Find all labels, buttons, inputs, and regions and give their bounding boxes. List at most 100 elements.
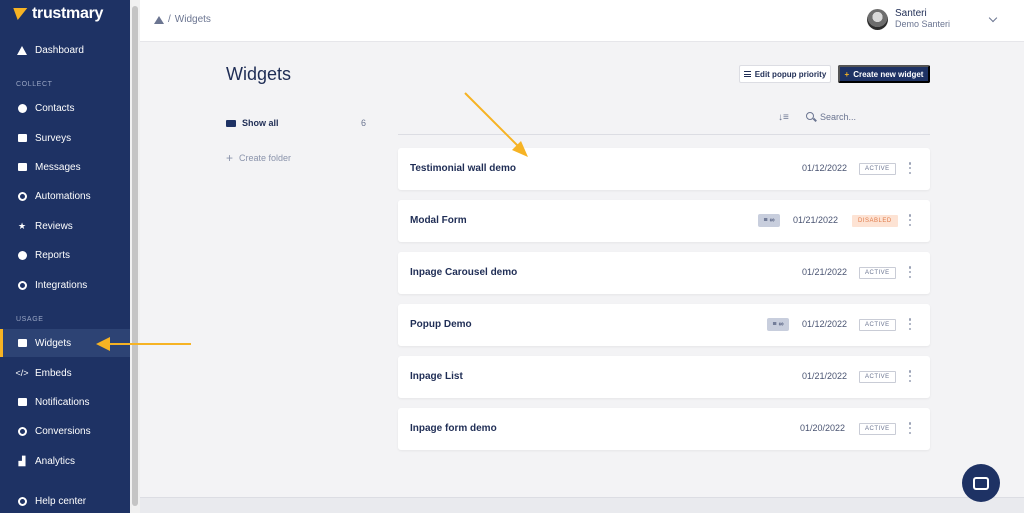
status-badge: ACTIVE: [859, 319, 896, 331]
sidebar-item-label: Reports: [35, 249, 71, 261]
widget-date: 01/21/2022: [802, 267, 848, 277]
sidebar: trustmary Dashboard COLLECT Contacts Sur…: [0, 0, 140, 513]
sidebar-item-surveys[interactable]: Surveys: [0, 124, 130, 152]
widget-name[interactable]: Modal Form: [410, 215, 467, 226]
breadcrumb-separator: /: [168, 14, 171, 25]
star-icon: ★: [17, 220, 27, 231]
sidebar-item-widgets[interactable]: Widgets: [0, 329, 130, 357]
widget-icon: [17, 338, 27, 348]
survey-icon: [17, 133, 27, 143]
house-icon: [17, 45, 27, 55]
footer-bar: [140, 497, 1024, 513]
user-name: Santeri: [895, 8, 927, 19]
widget-row[interactable]: Inpage Carousel demo 01/21/2022 ACTIVE: [398, 252, 930, 294]
widget-name[interactable]: Inpage form demo: [410, 423, 497, 434]
sidebar-scrollbar[interactable]: [130, 0, 140, 513]
status-badge: DISABLED: [852, 215, 898, 227]
home-icon[interactable]: [154, 15, 164, 24]
chevron-down-icon[interactable]: [988, 13, 998, 23]
more-options-icon[interactable]: [908, 422, 912, 434]
search-icon: [806, 112, 814, 120]
sidebar-item-label: Automations: [35, 190, 91, 202]
brand-name: trustmary: [32, 5, 104, 22]
plus-icon: +: [844, 69, 850, 79]
widget-row[interactable]: Inpage form demo 01/20/2022 ACTIVE: [398, 408, 930, 450]
sidebar-item-messages[interactable]: Messages: [0, 153, 130, 181]
comment-icon: [17, 397, 27, 407]
sidebar-item-label: Integrations: [35, 279, 88, 291]
sidebar-item-label: Surveys: [35, 132, 72, 144]
sidebar-item-automations[interactable]: Automations: [0, 182, 130, 210]
create-new-widget-button[interactable]: + Create new widget: [838, 65, 930, 83]
brand-logo[interactable]: trustmary: [10, 5, 104, 23]
widget-date: 01/12/2022: [802, 163, 848, 173]
scrollbar-thumb[interactable]: [132, 6, 138, 506]
folder-open-icon: [226, 119, 236, 127]
sidebar-item-help-center[interactable]: Help center: [0, 487, 130, 513]
more-options-icon[interactable]: [908, 214, 912, 226]
sidebar-item-integrations[interactable]: Integrations: [0, 271, 130, 299]
chat-icon: [973, 476, 989, 490]
pie-chart-icon: [17, 250, 27, 260]
button-label: Edit popup priority: [754, 69, 827, 79]
sidebar-item-notifications[interactable]: Notifications: [0, 388, 130, 416]
edit-popup-priority-button[interactable]: Edit popup priority: [739, 65, 831, 83]
list-icon: [743, 71, 751, 77]
widget-row[interactable]: Popup Demo ≡ ∞ 01/12/2022 ACTIVE: [398, 304, 930, 346]
sidebar-item-analytics[interactable]: ▟ Analytics: [0, 447, 130, 475]
widget-name[interactable]: Inpage List: [410, 371, 463, 382]
status-badge: ACTIVE: [859, 163, 896, 175]
sidebar-item-dashboard[interactable]: Dashboard: [0, 36, 130, 64]
popup-priority-badge: ≡ ∞: [758, 214, 780, 227]
section-label-usage: USAGE: [16, 316, 44, 323]
widget-row[interactable]: Testimonial wall demo 01/12/2022 ACTIVE: [398, 148, 930, 190]
widget-date: 01/21/2022: [793, 215, 839, 225]
popup-priority-badge: ≡ ∞: [767, 318, 789, 331]
breadcrumb-current: Widgets: [174, 14, 211, 25]
top-bar: / Widgets Santeri Demo Santeri: [140, 0, 1024, 42]
widget-name[interactable]: Testimonial wall demo: [410, 163, 516, 174]
sidebar-item-label: Contacts: [35, 102, 75, 114]
more-options-icon[interactable]: [908, 266, 912, 278]
more-options-icon[interactable]: [908, 162, 912, 174]
chat-launcher-button[interactable]: [962, 464, 1000, 502]
widget-date: 01/12/2022: [802, 319, 848, 329]
status-badge: ACTIVE: [859, 423, 896, 435]
folder-label: Show all: [242, 118, 279, 128]
conversion-icon: [17, 426, 27, 436]
sidebar-item-contacts[interactable]: Contacts: [0, 94, 130, 122]
create-folder-button[interactable]: + Create folder: [226, 151, 291, 165]
widget-name[interactable]: Inpage Carousel demo: [410, 267, 517, 278]
sidebar-item-reports[interactable]: Reports: [0, 241, 130, 269]
sidebar-item-label: Reviews: [35, 220, 73, 232]
envelope-icon: [17, 162, 27, 172]
sidebar-item-embeds[interactable]: </> Embeds: [0, 359, 130, 387]
widget-date: 01/21/2022: [802, 371, 848, 381]
create-folder-label: Create folder: [239, 153, 292, 163]
widget-row[interactable]: Modal Form ≡ ∞ 01/21/2022 DISABLED: [398, 200, 930, 242]
plus-icon: +: [226, 151, 234, 165]
user-menu[interactable]: Santeri Demo Santeri: [867, 8, 950, 30]
sidebar-item-label: Embeds: [35, 367, 72, 379]
sidebar-item-label: Help center: [35, 495, 87, 507]
search-input[interactable]: [820, 109, 920, 125]
more-options-icon[interactable]: [908, 318, 912, 330]
sidebar-item-label: Conversions: [35, 425, 91, 437]
lifebuoy-icon: [17, 496, 27, 506]
sidebar-item-label: Notifications: [35, 396, 90, 408]
sidebar-item-reviews[interactable]: ★ Reviews: [0, 212, 130, 240]
page-title: Widgets: [226, 64, 292, 84]
widget-name[interactable]: Popup Demo: [410, 319, 472, 330]
sort-icon[interactable]: ↓≡: [778, 112, 789, 123]
breadcrumb: / Widgets: [154, 14, 211, 25]
code-icon: </>: [15, 368, 29, 378]
more-options-icon[interactable]: [908, 370, 912, 382]
button-label: Create new widget: [853, 69, 924, 79]
widget-row[interactable]: Inpage List 01/21/2022 ACTIVE: [398, 356, 930, 398]
users-icon: [17, 103, 27, 113]
sidebar-item-label: Messages: [35, 161, 81, 173]
trustmary-logo-icon: [10, 8, 28, 20]
folder-show-all[interactable]: Show all 6: [226, 118, 366, 128]
sidebar-item-conversions[interactable]: Conversions: [0, 417, 130, 445]
sidebar-item-label: Widgets: [35, 337, 72, 349]
